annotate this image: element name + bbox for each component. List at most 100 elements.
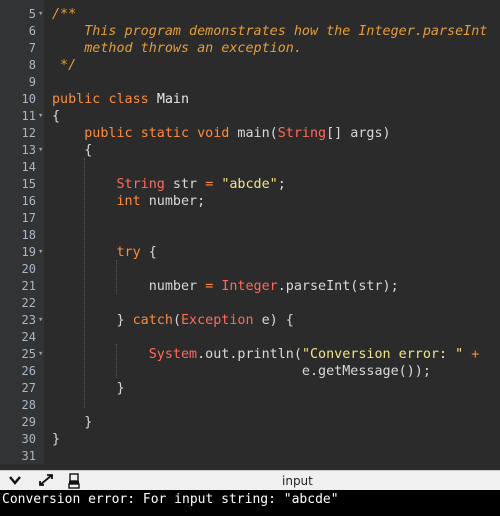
line-number: 28	[21, 398, 36, 412]
line-number: 21	[21, 279, 36, 293]
code-token: Integer	[221, 279, 278, 294]
code-line: 10 public class Main	[0, 91, 500, 108]
code-line: 7 method throws an exception.	[0, 40, 500, 57]
code-text: */	[52, 57, 76, 74]
expand-icon[interactable]	[38, 473, 54, 491]
code-token: int	[116, 194, 141, 209]
code-token: {	[52, 109, 61, 124]
line-number: 23	[21, 313, 36, 327]
code-token: "abcde"	[221, 177, 278, 192]
code-token: }	[52, 415, 93, 430]
fold-toggle-icon[interactable]: ▾	[38, 346, 43, 363]
code-text: }	[52, 414, 92, 431]
code-line: 31	[0, 448, 500, 465]
code-line: 27 }	[0, 380, 500, 397]
code-text: method throws an exception.	[52, 40, 302, 57]
code-line: 24	[0, 329, 500, 346]
code-token: {	[140, 245, 157, 260]
code-text: {	[52, 142, 92, 159]
code-line: 19 ▾ try {	[0, 244, 500, 261]
code-line: 20	[0, 261, 500, 278]
line-number: 25	[21, 347, 36, 361]
fold-toggle-icon[interactable]: ▾	[38, 108, 43, 125]
code-line: 14	[0, 159, 500, 176]
line-number: 6	[28, 24, 36, 38]
code-line: 29 }	[0, 414, 500, 431]
code-line: 6 This program demonstrates how the Inte…	[0, 23, 500, 40]
line-number: 22	[21, 296, 36, 310]
console-toolbar: input	[0, 470, 500, 491]
line-number: 9	[28, 75, 36, 89]
code-token: (	[172, 313, 181, 328]
console-output[interactable]: Conversion error: For input string: "abc…	[0, 490, 500, 516]
fold-toggle-icon[interactable]: ▾	[38, 244, 43, 261]
code-token: class	[108, 92, 149, 107]
code-token: Main	[156, 92, 190, 107]
fold-toggle-icon[interactable]: ▾	[38, 312, 43, 329]
line-number: 11	[21, 109, 36, 123]
code-token: number;	[140, 194, 206, 209]
code-line: 15 String str = "abcde";	[0, 176, 500, 193]
code-editor[interactable]: 5 ▾/** 6 This program demonstrates how the…	[0, 0, 500, 464]
line-number: 20	[21, 262, 36, 276]
line-number: 15	[21, 177, 36, 191]
code-text: public class Main	[52, 91, 189, 108]
code-token: {	[52, 143, 93, 158]
line-number: 27	[21, 381, 36, 395]
code-token: }	[52, 432, 61, 447]
code-token: static	[140, 126, 190, 141]
code-token: public	[52, 92, 101, 107]
code-text: try {	[52, 244, 157, 261]
code-token: public	[84, 126, 133, 141]
code-token: str	[164, 177, 206, 192]
code-token: number	[52, 279, 206, 294]
code-line: 17	[0, 210, 500, 227]
code-token: /**	[52, 7, 77, 22]
line-number: 19	[21, 245, 36, 259]
line-number: 8	[28, 58, 36, 72]
fold-toggle-icon[interactable]: ▾	[38, 6, 43, 23]
line-number: 14	[21, 160, 36, 174]
code-token: .parseInt(str);	[277, 279, 399, 294]
code-text: e.getMessage());	[52, 363, 431, 380]
code-text: number = Integer.parseInt(str);	[52, 278, 399, 295]
code-token: try	[116, 245, 141, 260]
code-line: 25 ▾ System.out.println("Conversion error…	[0, 346, 500, 363]
indent-guide	[116, 344, 117, 378]
code-token: .out.println(	[197, 347, 302, 362]
line-number: 5	[28, 7, 36, 21]
code-token: e) {	[253, 313, 294, 328]
code-text: String str = "abcde";	[52, 176, 286, 193]
code-line: 28	[0, 397, 500, 414]
code-text: {	[52, 108, 60, 125]
code-line: 22	[0, 295, 500, 312]
line-number: 30	[21, 432, 36, 446]
line-number: 26	[21, 364, 36, 378]
code-token: void	[197, 126, 230, 141]
code-line: 11 ▾ {	[0, 108, 500, 125]
fold-toggle-icon[interactable]: ▾	[38, 142, 43, 159]
code-text: public static void main(String[] args)	[52, 125, 390, 142]
code-token: catch	[132, 313, 173, 328]
code-text: int number;	[52, 193, 206, 210]
code-text: This program demonstrates how the Intege…	[52, 23, 487, 40]
code-line: 16 int number;	[0, 193, 500, 210]
code-text: }	[52, 380, 124, 397]
code-token: }	[52, 313, 133, 328]
code-line: 8 */	[0, 57, 500, 74]
code-token: main(	[229, 126, 278, 141]
line-number: 24	[21, 330, 36, 344]
code-token: String	[116, 177, 165, 192]
code-token: e.getMessage());	[52, 364, 431, 379]
console-output-text: Conversion error: For input string: "abc…	[2, 492, 339, 507]
line-number: 29	[21, 415, 36, 429]
chevron-down-icon[interactable]	[8, 473, 22, 491]
code-line: 30}	[0, 431, 500, 448]
code-token: */	[52, 58, 77, 73]
code-line: 26 e.getMessage());	[0, 363, 500, 380]
